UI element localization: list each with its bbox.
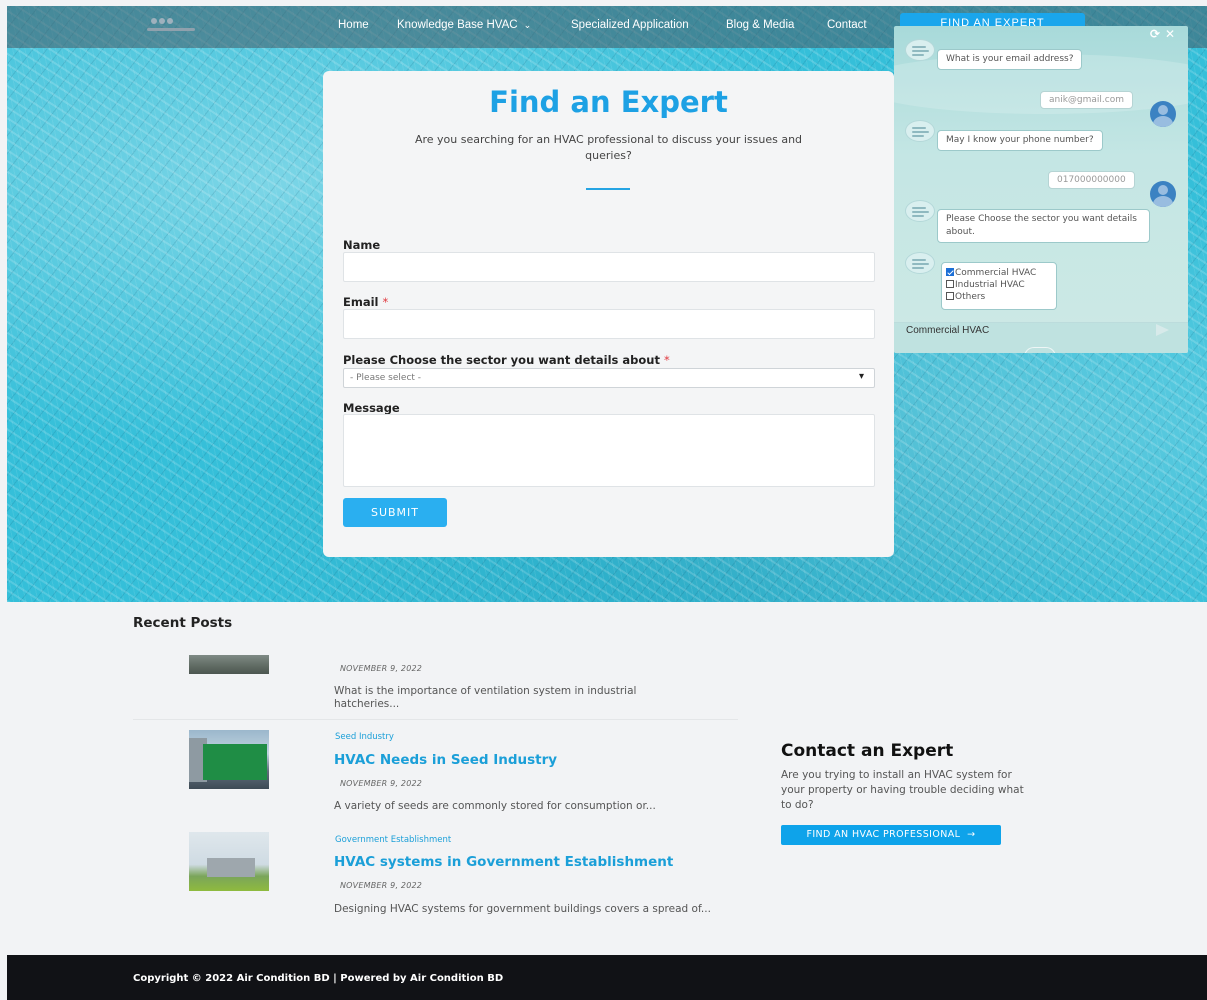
find-hvac-professional-button[interactable]: FIND AN HVAC PROFESSIONAL →	[781, 825, 1001, 845]
sector-select-value: - Please select -	[350, 373, 422, 383]
sector-label-text: Please Choose the sector you want detail…	[343, 353, 660, 367]
nav-blog-media[interactable]: Blog & Media	[726, 19, 794, 31]
option-label: Others	[955, 292, 986, 302]
post-thumbnail[interactable]	[189, 730, 269, 789]
post-category-link[interactable]: Seed Industry	[335, 732, 394, 742]
arrow-right-icon: →	[967, 829, 976, 840]
chat-message-bot: What is your email address?	[937, 49, 1083, 70]
name-input[interactable]	[343, 252, 875, 282]
chat-toggle-handle[interactable]	[1024, 347, 1056, 353]
chat-message-bot: Please Choose the sector you want detail…	[937, 209, 1150, 243]
required-mark: *	[382, 295, 389, 309]
chat-message-bot: May I know your phone number?	[937, 130, 1103, 151]
post-thumbnail[interactable]	[189, 655, 269, 674]
post-divider	[133, 719, 738, 720]
bot-avatar-icon	[905, 252, 935, 274]
email-label-text: Email	[343, 295, 379, 309]
bot-avatar-icon	[905, 39, 935, 61]
caret-down-icon: ▾	[858, 371, 864, 382]
post-date: NOVEMBER 9, 2022	[340, 881, 423, 890]
email-input[interactable]	[343, 309, 875, 339]
message-label: Message	[343, 401, 400, 415]
checkbox-icon	[946, 280, 954, 288]
sector-label: Please Choose the sector you want detail…	[343, 353, 670, 367]
nav-knowledge-base-label: Knowledge Base HVAC	[397, 19, 518, 31]
page-title: Find an Expert	[489, 85, 728, 119]
sector-select[interactable]: - Please select - ▾	[343, 368, 875, 388]
post-thumbnail[interactable]	[189, 832, 269, 891]
message-textarea[interactable]	[343, 414, 875, 487]
user-avatar-icon	[1150, 101, 1176, 127]
user-avatar-icon	[1150, 181, 1176, 207]
option-label: Industrial HVAC	[955, 280, 1025, 290]
post-date: NOVEMBER 9, 2022	[340, 664, 423, 673]
chat-sector-options: Commercial HVAC Industrial HVAC Others	[941, 262, 1057, 310]
chat-input[interactable]: Commercial HVAC	[906, 325, 989, 336]
contact-expert-heading: Contact an Expert	[781, 741, 954, 761]
form-description: Are you searching for an HVAC profession…	[414, 133, 803, 162]
email-label: Email *	[343, 295, 388, 309]
nav-contact[interactable]: Contact	[827, 19, 867, 31]
checkbox-icon	[946, 292, 954, 300]
bot-avatar-icon	[905, 120, 935, 142]
name-label: Name	[343, 238, 381, 252]
send-icon[interactable]	[1156, 324, 1169, 336]
chat-message-user: anik@gmail.com	[1040, 91, 1134, 109]
nav-knowledge-base[interactable]: Knowledge Base HVAC ⌄	[397, 19, 531, 31]
button-label: FIND AN HVAC PROFESSIONAL	[806, 829, 961, 840]
nav-specialized-application[interactable]: Specialized Application	[571, 19, 689, 31]
submit-button[interactable]: SUBMIT	[343, 498, 447, 527]
post-excerpt: Designing HVAC systems for government bu…	[334, 903, 711, 915]
refresh-icon[interactable]: ⟳	[1150, 27, 1160, 41]
site-logo[interactable]	[147, 16, 199, 38]
checkbox-checked-icon	[946, 268, 954, 276]
nav-home[interactable]: Home	[338, 19, 369, 31]
post-title-link[interactable]: HVAC systems in Government Establishment	[334, 854, 673, 870]
contact-expert-description: Are you trying to install an HVAC system…	[781, 769, 1024, 811]
option-commercial-hvac[interactable]: Commercial HVAC	[946, 267, 1056, 279]
post-excerpt: A variety of seeds are commonly stored f…	[334, 800, 656, 812]
required-mark: *	[663, 353, 670, 367]
post-date: NOVEMBER 9, 2022	[340, 779, 423, 788]
find-expert-form-card: Find an Expert Are you searching for an …	[323, 71, 894, 557]
chatbot-widget: ⟳ ✕ What is your email address? anik@gma…	[894, 26, 1188, 353]
chat-message-user: 017000000000	[1048, 171, 1135, 189]
post-category-link[interactable]: Government Establishment	[335, 835, 451, 845]
title-divider	[586, 188, 630, 190]
post-title-link[interactable]: HVAC Needs in Seed Industry	[334, 752, 557, 768]
recent-posts-heading: Recent Posts	[133, 615, 233, 631]
close-icon[interactable]: ✕	[1165, 27, 1175, 41]
option-others[interactable]: Others	[946, 291, 1056, 303]
site-footer: Copyright © 2022 Air Condition BD | Powe…	[7, 955, 1207, 1000]
chevron-down-icon: ⌄	[523, 20, 532, 30]
bot-avatar-icon	[905, 200, 935, 222]
option-industrial-hvac[interactable]: Industrial HVAC	[946, 279, 1056, 291]
option-label: Commercial HVAC	[955, 268, 1037, 278]
post-excerpt: What is the importance of ventilation sy…	[334, 685, 637, 710]
copyright-text: Copyright © 2022 Air Condition BD | Powe…	[133, 973, 504, 984]
